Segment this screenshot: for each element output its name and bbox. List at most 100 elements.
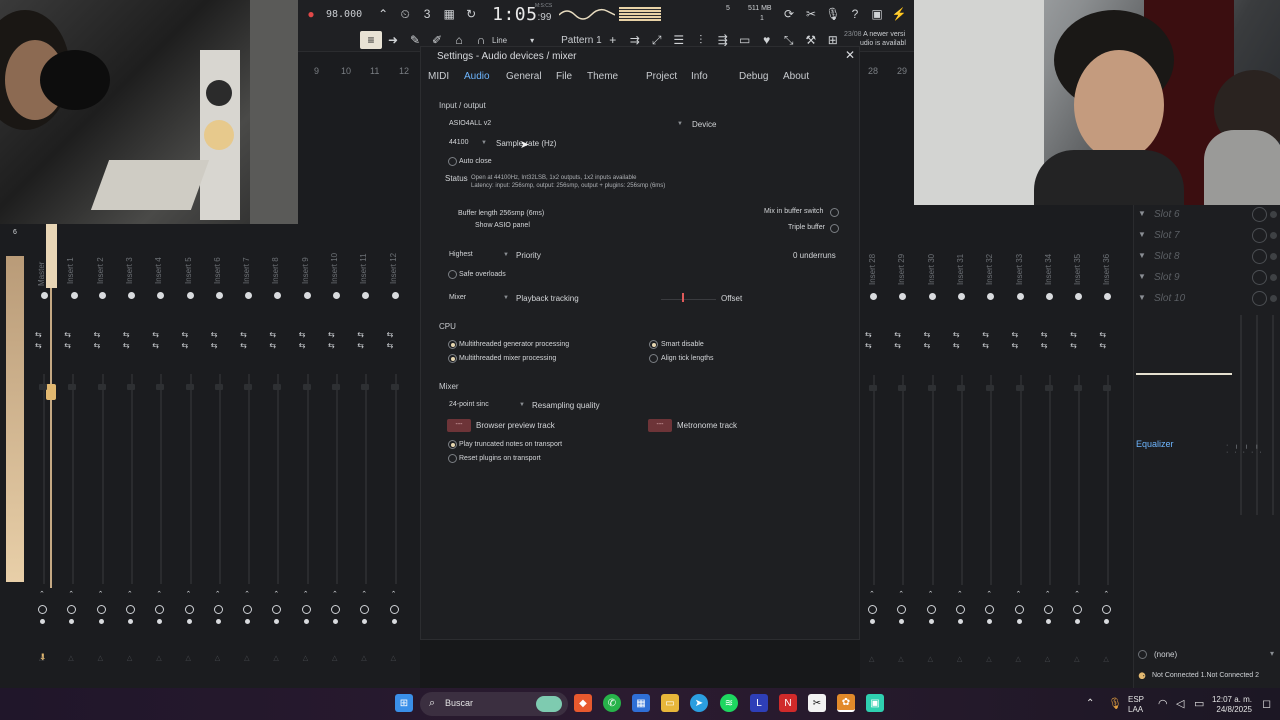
snap-select[interactable]: Line: [492, 36, 507, 45]
effect-slot[interactable]: ▼ Slot 6: [1134, 205, 1280, 226]
output-arrow-icon[interactable]: ⌃: [1103, 590, 1109, 598]
stereo-arrows-icon[interactable]: ⇆: [1070, 330, 1077, 339]
mixer-strip[interactable]: Insert 29 ⇆ ⇆ ⌃ △: [889, 205, 918, 688]
fader-track[interactable]: [902, 375, 905, 585]
capcut-icon[interactable]: ✂: [808, 694, 826, 712]
plugin-icon[interactable]: ⚡: [888, 5, 910, 23]
pattern-selector[interactable]: Pattern 1: [561, 35, 602, 46]
mixer-strip[interactable]: Insert 2 ⇆ ⇆ ⌃ △: [88, 224, 117, 688]
slot-enable-led[interactable]: [1270, 274, 1277, 281]
align-tick-radio[interactable]: [649, 354, 658, 363]
stereo-arrows-icon[interactable]: ⇆: [211, 341, 218, 350]
countdown-icon[interactable]: 3: [416, 5, 438, 23]
help-icon[interactable]: ?: [844, 5, 866, 23]
stereo-arrows-icon[interactable]: ⇆: [299, 330, 306, 339]
output-arrow-icon[interactable]: ⌃: [39, 590, 45, 598]
loop-record-icon[interactable]: ↻: [460, 5, 482, 23]
strip-led[interactable]: [899, 293, 907, 300]
route-led[interactable]: [987, 619, 993, 624]
play-arrow-icon[interactable]: ➜: [382, 31, 404, 49]
pan-knob[interactable]: [1102, 605, 1112, 614]
eq-slider[interactable]: [1272, 315, 1274, 515]
fader-track[interactable]: [248, 374, 251, 584]
strip-led[interactable]: [41, 292, 48, 299]
stereo-arrows-icon[interactable]: ⇆: [1012, 341, 1019, 350]
route-triangle-icon[interactable]: △: [39, 654, 44, 662]
output-select[interactable]: (none): [1154, 650, 1177, 659]
output-arrow-icon[interactable]: ⌃: [273, 590, 279, 598]
priority-select[interactable]: Highest ▼: [441, 249, 513, 261]
cut-icon[interactable]: ✂: [800, 5, 822, 23]
route-led[interactable]: [157, 619, 163, 624]
strip-led[interactable]: [215, 292, 223, 299]
mixer-strip[interactable]: Insert 4 ⇆ ⇆ ⌃ △: [146, 224, 175, 688]
device-select[interactable]: ASIO4ALL v2 ▼: [441, 118, 687, 130]
fader-track[interactable]: [990, 375, 993, 585]
whatsapp-icon[interactable]: ✆: [603, 694, 621, 712]
fader-cap[interactable]: [869, 385, 877, 391]
route-triangle-icon[interactable]: △: [127, 654, 132, 662]
stereo-arrows-icon[interactable]: ⇆: [357, 341, 364, 350]
slot-mix-knob[interactable]: [1252, 270, 1267, 285]
eq-slider[interactable]: [1256, 315, 1258, 515]
stereo-arrows-icon[interactable]: ⇆: [387, 341, 394, 350]
route-triangle-icon[interactable]: △: [186, 654, 191, 662]
output-arrow-icon[interactable]: ⌃: [986, 590, 992, 598]
mixer-strip[interactable]: Insert 28 ⇆ ⇆ ⌃ △: [860, 205, 889, 688]
strip-led[interactable]: [391, 292, 399, 299]
mixer-strip[interactable]: Insert 9 ⇆ ⇆ ⌃ △: [293, 224, 322, 688]
stereo-arrows-icon[interactable]: ⇆: [357, 330, 364, 339]
route-led[interactable]: [303, 619, 309, 624]
metronome-track-button[interactable]: ---: [648, 419, 672, 432]
slot-enable-led[interactable]: [1270, 295, 1277, 302]
brave-icon[interactable]: ◆: [574, 694, 592, 712]
strip-led[interactable]: [362, 292, 370, 299]
mixer-strip[interactable]: Insert 1 ⇆ ⇆ ⌃ △: [58, 224, 87, 688]
reset-plugins-radio[interactable]: [448, 454, 457, 463]
route-led[interactable]: [391, 619, 397, 624]
output-arrow-icon[interactable]: ⌃: [303, 590, 309, 598]
stereo-arrows-icon[interactable]: ⇆: [240, 330, 247, 339]
tab-audio[interactable]: Audio: [464, 71, 490, 82]
stereo-arrows-icon[interactable]: ⇆: [894, 341, 901, 350]
song-time[interactable]: 1:05: [492, 4, 537, 25]
mix-in-buffer-radio[interactable]: [830, 208, 839, 217]
resampling-select[interactable]: 24-point sinc ▼: [441, 399, 529, 411]
fader-cap[interactable]: [185, 384, 194, 390]
netflix-icon[interactable]: N: [779, 694, 797, 712]
fader-cap[interactable]: [68, 384, 77, 390]
pan-knob[interactable]: [897, 605, 907, 614]
fader-track[interactable]: [365, 374, 368, 584]
strip-led[interactable]: [928, 293, 936, 300]
stereo-arrows-icon[interactable]: ⇆: [1012, 330, 1019, 339]
strip-led[interactable]: [1104, 293, 1112, 300]
notifications-icon[interactable]: ◻: [1262, 697, 1271, 710]
pan-knob[interactable]: [38, 605, 47, 614]
spotify-icon[interactable]: ≋: [720, 694, 738, 712]
equalizer-label[interactable]: Equalizer: [1136, 439, 1174, 449]
eq-knobs[interactable]: ·╷╷╷ ·····: [1226, 441, 1276, 461]
pan-knob[interactable]: [868, 605, 877, 614]
fader-track[interactable]: [43, 374, 45, 584]
output-arrow-icon[interactable]: ⌃: [156, 590, 162, 598]
stereo-arrows-icon[interactable]: ⇆: [1099, 330, 1106, 339]
stereo-arrows-icon[interactable]: ⇆: [953, 330, 960, 339]
fader-cap[interactable]: [1015, 385, 1024, 391]
wifi-icon[interactable]: ◠: [1158, 697, 1168, 710]
fader-cap[interactable]: [302, 384, 311, 390]
tab-file[interactable]: File: [556, 71, 572, 82]
stereo-arrows-icon[interactable]: ⇆: [387, 330, 394, 339]
mixer-strip[interactable]: Insert 8 ⇆ ⇆ ⌃ △: [263, 224, 292, 688]
stereo-arrows-icon[interactable]: ⇆: [894, 330, 901, 339]
tray-chevron-icon[interactable]: ⌃: [1086, 698, 1094, 709]
fader-cap[interactable]: [1044, 385, 1053, 391]
mixer-strip[interactable]: Insert 35 ⇆ ⇆ ⌃ △: [1065, 205, 1094, 688]
route-triangle-icon[interactable]: △: [1074, 655, 1079, 663]
route-triangle-icon[interactable]: △: [215, 654, 220, 662]
route-led[interactable]: [1016, 619, 1022, 624]
close-icon[interactable]: ✕: [845, 48, 855, 62]
pan-knob[interactable]: [184, 605, 194, 614]
route-triangle-icon[interactable]: △: [928, 655, 933, 663]
output-arrow-icon[interactable]: ⌃: [186, 590, 192, 598]
stereo-arrows-icon[interactable]: ⇆: [1070, 341, 1077, 350]
